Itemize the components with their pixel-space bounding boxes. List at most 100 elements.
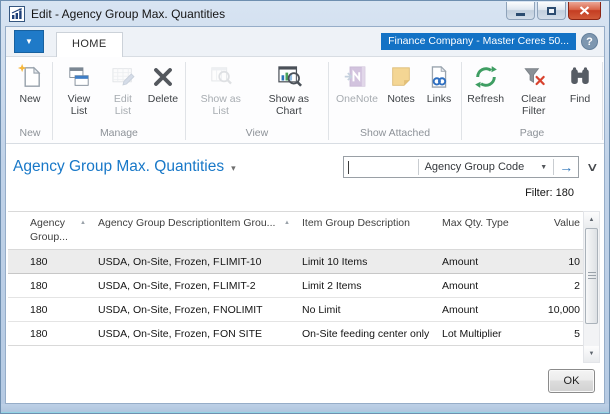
company-badge[interactable]: Finance Company - Master Ceres 50... [381,33,576,50]
ribbon-divider [328,62,329,140]
ribbon-find-button[interactable]: Find [562,61,598,106]
ribbon-new-button[interactable]: New [12,61,48,106]
column-header-item-group[interactable]: Item Grou... ▲ [220,212,302,250]
tab-home[interactable]: HOME [56,32,123,57]
sort-ascending-icon: ▲ [284,219,290,227]
column-header-max-qty-type[interactable]: Max Qty. Type [442,212,538,250]
cell-item-group-description[interactable]: No Limit [302,298,442,322]
links-icon [424,62,454,92]
cell-agency-group-description[interactable]: USDA, On-Site, Frozen, F-LW [98,322,220,346]
scroll-down-icon: ▼ [589,351,595,357]
table-row[interactable]: 180 USDA, On-Site, Frozen, F-LW ON SITE … [8,322,583,346]
data-grid: Agency Group... ▲ Agency Group Descripti… [8,211,600,346]
cell-value[interactable]: 2 [538,274,583,298]
titlebar: Edit - Agency Group Max. Quantities [1,1,609,26]
cell-agency-group-description[interactable]: USDA, On-Site, Frozen, F-LW [98,250,220,274]
column-header-agency-group[interactable]: Agency Group... ▲ [8,212,98,250]
cell-agency-group-description[interactable]: USDA, On-Site, Frozen, F-LW [98,274,220,298]
ribbon-group-label: Page [463,127,601,143]
restore-button[interactable] [537,2,566,20]
application-window: Edit - Agency Group Max. Quantities ▼ HO… [0,0,610,414]
ribbon-button-label: Clear Filter [510,93,557,118]
ribbon-delete-button[interactable]: Delete [145,61,181,106]
cell-max-qty-type[interactable]: Amount [442,274,538,298]
table-row[interactable]: 180 USDA, On-Site, Frozen, F-LW LIMIT-10… [8,250,583,274]
scrollbar-thumb[interactable] [585,228,598,324]
client-area: ▼ HOME Finance Company - Master Ceres 50… [5,26,605,404]
minimize-icon [516,13,525,16]
ribbon-show-as-chart-button[interactable]: Show as Chart [254,61,324,119]
delete-x-icon [148,62,178,92]
ribbon-group-label: New [9,127,51,143]
view-list-icon [64,62,94,92]
filter-pane-chevron-icon[interactable]: ∨ [586,160,599,174]
column-header-agency-group-description[interactable]: Agency Group Description [98,212,220,250]
cell-value[interactable]: 10 [538,250,583,274]
ribbon-button-label: Links [427,93,452,105]
ribbon-button-label: Edit List [106,93,140,118]
chart-window-icon [9,6,25,22]
help-icon[interactable]: ? [581,33,598,50]
column-header-item-group-description[interactable]: Item Group Description [302,212,442,250]
ribbon-group-label: Manage [54,127,184,143]
cell-max-qty-type[interactable]: Amount [442,250,538,274]
cell-item-group[interactable]: NOLIMIT [220,298,302,322]
ribbon-group-page: Refresh Clear Filter [463,59,601,143]
ribbon-refresh-button[interactable]: Refresh [466,61,505,106]
tab-strip: ▼ HOME Finance Company - Master Ceres 50… [6,27,604,57]
cell-agency-group[interactable]: 180 [8,322,98,346]
cell-item-group-description[interactable]: Limit 10 Items [302,250,442,274]
ribbon-button-label: Find [570,93,590,105]
cell-item-group[interactable]: LIMIT-2 [220,274,302,298]
clear-filter-icon [519,62,549,92]
page-title-caret-icon: ▾ [231,163,236,174]
scroll-up-icon: ▲ [589,217,595,223]
cell-agency-group[interactable]: 180 [8,298,98,322]
cell-agency-group-description[interactable]: USDA, On-Site, Frozen, F-LW [98,298,220,322]
cell-max-qty-type[interactable]: Lot Multiplier [442,322,538,346]
cell-value[interactable]: 10,000 [538,298,583,322]
minimize-button[interactable] [506,2,535,20]
notes-icon [386,62,416,92]
cell-item-group-description[interactable]: On-Site feeding center only [302,322,442,346]
ribbon-divider [602,62,603,140]
cell-item-group-description[interactable]: Limit 2 Items [302,274,442,298]
show-as-chart-icon [274,62,304,92]
cell-agency-group[interactable]: 180 [8,250,98,274]
sort-ascending-icon: ▲ [80,219,86,227]
ribbon-links-button[interactable]: Links [421,61,457,106]
scroll-down-button[interactable]: ▼ [584,346,599,362]
close-button[interactable] [568,2,601,20]
table-row[interactable]: 180 USDA, On-Site, Frozen, F-LW LIMIT-2 … [8,274,583,298]
ribbon-notes-button[interactable]: Notes [383,61,419,106]
scroll-up-button[interactable]: ▲ [584,212,599,228]
cell-agency-group[interactable]: 180 [8,274,98,298]
ribbon-button-label: New [19,93,40,105]
ribbon-divider [185,62,186,140]
filter-value-input[interactable] [349,161,417,173]
application-menu-button[interactable]: ▼ [14,30,44,53]
find-binoculars-icon [565,62,595,92]
cell-item-group[interactable]: LIMIT-10 [220,250,302,274]
filter-field-select[interactable]: Agency Group Code ▼ [419,161,554,173]
restore-icon [547,7,556,15]
apply-filter-button[interactable]: → [554,157,578,177]
ribbon-divider [461,62,462,140]
scrollbar-track[interactable] [584,228,599,346]
show-as-list-icon [206,62,236,92]
ribbon-button-label: Notes [387,93,414,105]
table-row[interactable]: 180 USDA, On-Site, Frozen, F-LW NOLIMIT … [8,298,583,322]
cell-item-group[interactable]: ON SITE [220,322,302,346]
ok-button[interactable]: OK [548,369,595,393]
new-document-icon [15,62,45,92]
cell-value[interactable]: 5 [538,322,583,346]
filter-status: Filter: 180 [6,187,574,202]
ribbon-view-list-button[interactable]: View List [57,61,101,119]
scrollbar-grip-icon [588,272,596,280]
cell-max-qty-type[interactable]: Amount [442,298,538,322]
column-header-value[interactable]: Value [538,212,583,250]
page-title-menu[interactable]: Agency Group Max. Quantities ▾ [13,158,236,176]
vertical-scrollbar: ▲ ▼ [583,211,600,363]
ribbon-button-label: Show as Chart [257,93,321,118]
ribbon-clear-filter-button[interactable]: Clear Filter [507,61,560,119]
